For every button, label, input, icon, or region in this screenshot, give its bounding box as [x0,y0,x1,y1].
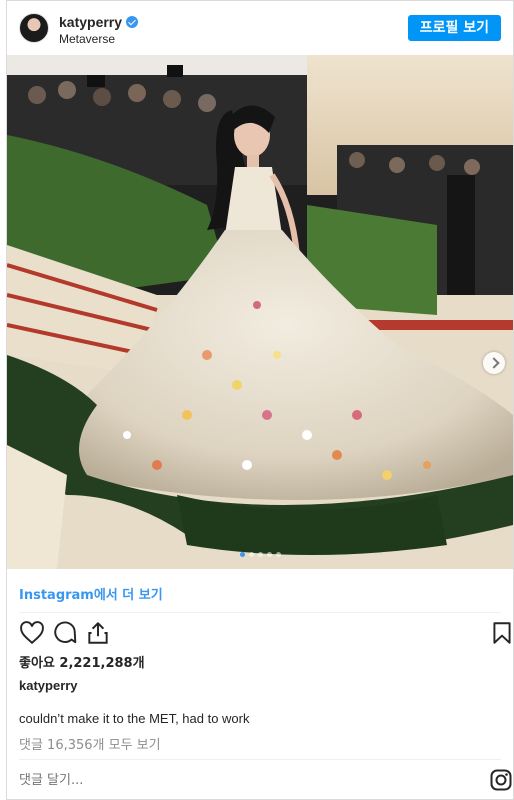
bookmark-icon[interactable] [489,620,514,646]
carousel-dots [7,552,513,557]
location-link[interactable]: Metaverse [59,32,115,46]
username[interactable]: katyperry [59,14,139,30]
view-more-on-instagram-link[interactable]: Instagram에서 더 보기 [19,584,163,603]
instagram-logo-icon[interactable] [489,768,513,792]
caption-username[interactable]: katyperry [19,678,78,693]
add-comment-input[interactable] [19,773,189,788]
username-text[interactable]: katyperry [59,14,122,30]
post-header: katyperry Metaverse 프로필 보기 [7,1,513,55]
carousel-dot [266,552,272,557]
caption-text: couldn’t make it to the MET, had to work [19,711,250,726]
post-image[interactable] [7,55,513,569]
verified-badge-icon [126,16,139,28]
next-slide-button[interactable] [483,352,505,374]
share-icon[interactable] [85,620,111,646]
divider [19,612,501,613]
carousel-dot [275,552,281,557]
view-profile-button[interactable]: 프로필 보기 [407,15,501,41]
avatar[interactable] [19,13,49,43]
heart-icon[interactable] [19,620,45,646]
carousel-dot [239,552,245,557]
comment-icon[interactable] [52,620,78,646]
carousel-dot [257,552,263,557]
instagram-embed-card: katyperry Metaverse 프로필 보기 Instagram에서 더… [6,0,514,800]
divider [19,759,501,760]
gown-photo [7,55,513,569]
carousel-dot [248,552,254,557]
view-all-comments-link[interactable]: 댓글 16,356개 모두 보기 [19,734,161,753]
likes-count[interactable]: 좋아요 2,221,288개 [19,652,145,671]
